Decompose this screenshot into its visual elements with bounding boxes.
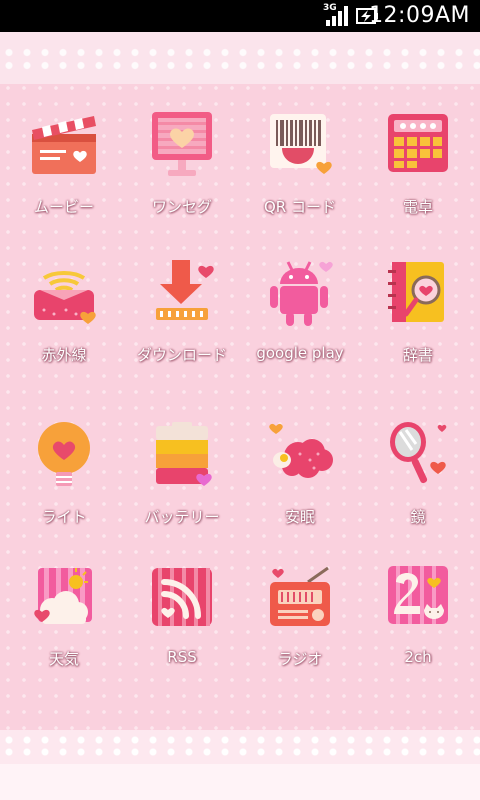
app-label: 安眠 xyxy=(284,508,315,526)
app-battery[interactable]: バッテリー xyxy=(122,420,242,570)
hand-mirror-icon xyxy=(390,422,447,484)
app-dictionary[interactable]: 辞書 xyxy=(358,258,478,408)
app-label: 電卓 xyxy=(402,198,433,216)
2ch-cat-icon xyxy=(388,566,448,624)
app-label: 辞書 xyxy=(402,346,433,364)
app-label: 天気 xyxy=(48,650,79,668)
calculator-icon xyxy=(388,114,448,172)
weather-sun-cloud-icon xyxy=(34,568,92,624)
app-label: 赤外線 xyxy=(41,346,87,364)
app-label: バッテリー xyxy=(144,508,220,526)
clapperboard-icon xyxy=(32,116,96,174)
app-google-play[interactable]: google play xyxy=(240,258,360,408)
battery-icon xyxy=(156,422,212,486)
android-robot-icon xyxy=(270,261,333,326)
app-label: google play xyxy=(256,344,344,362)
app-label: QR コード xyxy=(264,198,336,216)
app-oneseg[interactable]: ワンセグ xyxy=(122,110,242,260)
app-label: 2ch xyxy=(404,648,432,666)
radio-icon xyxy=(270,566,330,626)
infrared-pouch-icon xyxy=(34,270,96,324)
app-label: RSS xyxy=(167,648,197,666)
app-label: ラジオ xyxy=(277,650,323,668)
sleep-sheep-icon xyxy=(269,423,333,478)
lace-border-bottom xyxy=(0,720,480,800)
app-infrared[interactable]: 赤外線 xyxy=(4,258,124,408)
app-calculator[interactable]: 電卓 xyxy=(358,110,478,260)
app-label: ムービー xyxy=(33,198,94,216)
clock: 12:09AM xyxy=(369,3,470,28)
signal-strength-icon xyxy=(326,6,348,26)
app-weather[interactable]: 天気 xyxy=(4,562,124,712)
app-qr-code[interactable]: QR コード xyxy=(240,110,360,260)
app-download[interactable]: ダウンロード xyxy=(122,258,242,408)
app-mirror[interactable]: 鏡 xyxy=(358,420,478,570)
dictionary-book-icon xyxy=(388,262,444,322)
app-rss[interactable]: RSS xyxy=(122,562,242,712)
app-label: ワンセグ xyxy=(151,198,212,216)
app-movie[interactable]: ムービー xyxy=(4,110,124,260)
qr-barcode-icon xyxy=(270,114,332,174)
app-label: ライト xyxy=(41,508,87,526)
rss-feed-icon xyxy=(152,568,212,626)
tv-heart-icon xyxy=(152,112,212,176)
app-2ch[interactable]: 2ch xyxy=(358,562,478,712)
app-label: 鏡 xyxy=(410,508,426,526)
lace-border-top xyxy=(0,32,480,94)
app-label: ダウンロード xyxy=(136,346,227,364)
app-light[interactable]: ライト xyxy=(4,420,124,570)
app-radio[interactable]: ラジオ xyxy=(240,562,360,712)
light-bulb-icon xyxy=(38,422,90,486)
status-bar: 3G 12:09AM xyxy=(0,0,480,32)
download-arrow-icon xyxy=(156,260,214,320)
app-sleep[interactable]: 安眠 xyxy=(240,420,360,570)
